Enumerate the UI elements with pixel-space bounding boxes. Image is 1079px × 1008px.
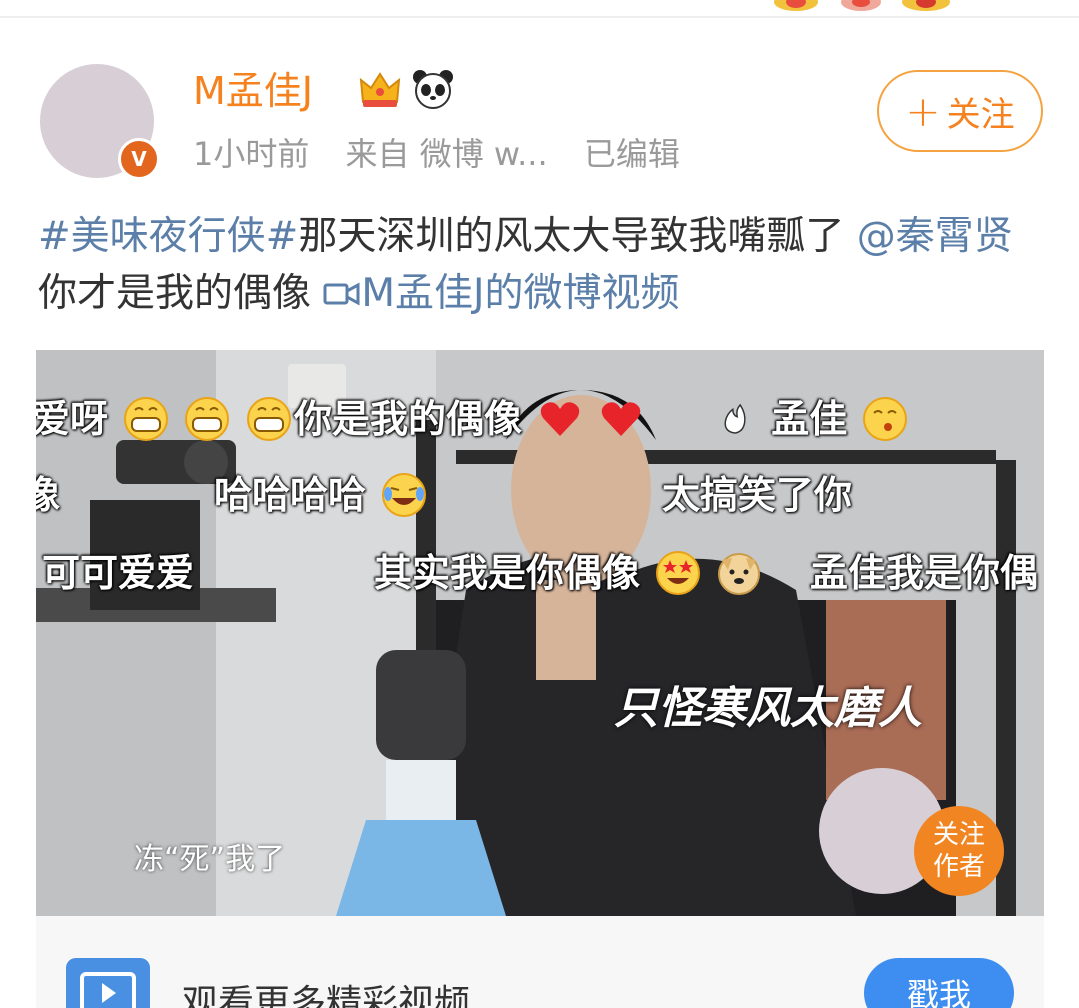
danmaku-item: 爱呀: [36, 388, 292, 443]
more-videos-text: 观看更多精彩视频: [182, 983, 471, 1008]
grin-emoji: [246, 397, 291, 441]
panda-icon: [413, 70, 453, 109]
top-decoration-icon: [774, 0, 950, 11]
video-player[interactable]: 爱呀 你是我的偶像 孟佳 像 哈哈哈哈 太搞笑了你 可可爱爱 其实我是你偶像 孟…: [36, 350, 1044, 916]
mention-link[interactable]: @秦霄贤: [857, 214, 1013, 259]
follow-button-label: 关注: [946, 94, 1015, 135]
video-caption-main: 只怪寒风太磨人: [614, 683, 922, 734]
video-play-icon: [66, 958, 150, 1008]
crown-icon: [359, 72, 401, 107]
heart-emoji: [602, 402, 641, 436]
danmaku-item: 其实我是你偶像: [374, 542, 762, 597]
post-text-part2: 你才是我的偶像: [38, 271, 324, 316]
danmaku-item: 孟佳我是你偶: [810, 551, 1039, 595]
post-edited[interactable]: 已编辑: [584, 135, 680, 173]
danmaku-item: 孟佳: [716, 388, 908, 443]
more-videos-bar[interactable]: 观看更多精彩视频 戳我: [36, 916, 1044, 1008]
video-link[interactable]: M孟佳J的微博视频: [361, 271, 679, 316]
grin-emoji: [124, 397, 169, 441]
post-source[interactable]: 来自 微博 w...: [346, 135, 548, 173]
username[interactable]: M孟佳J: [193, 68, 313, 114]
hashtag-link[interactable]: #美味夜行侠#: [38, 214, 298, 259]
danmaku-item: 你是我的偶像: [294, 388, 644, 443]
star-eyes-emoji: [656, 551, 701, 595]
fire-icon: [724, 403, 746, 434]
danmaku-item: 可可爱爱: [42, 551, 195, 595]
verified-v-badge-icon: V: [118, 138, 160, 180]
grin-emoji: [185, 397, 230, 441]
post-meta: 1小时前 来自 微博 w... 已编辑: [193, 132, 706, 176]
laugh-cry-emoji: [382, 473, 427, 517]
follow-button[interactable]: + 关注: [877, 70, 1043, 152]
post-time: 1小时前: [193, 135, 310, 173]
post-text-part1: 那天深圳的风太大导致我嘴瓢了: [298, 214, 857, 259]
video-link-icon: [323, 282, 360, 306]
danmaku-item: 太搞笑了你: [662, 473, 853, 517]
video-caption-secondary: 冻“死”我了: [134, 842, 286, 877]
plus-icon: +: [905, 86, 941, 136]
doge-emoji: [718, 553, 761, 595]
follow-author-button[interactable]: 关注 作者: [914, 806, 1004, 896]
danmaku-item: 哈哈哈哈: [214, 464, 427, 519]
top-divider-strip: [0, 0, 1079, 18]
kiss-emoji: [863, 397, 908, 441]
danmaku-item: 像: [36, 473, 61, 517]
heart-emoji: [541, 402, 580, 436]
poke-button[interactable]: 戳我: [864, 958, 1014, 1008]
post-text: #美味夜行侠#那天深圳的风太大导致我嘴瓢了 @秦霄贤 你才是我的偶像 M孟佳J的…: [38, 208, 1048, 322]
